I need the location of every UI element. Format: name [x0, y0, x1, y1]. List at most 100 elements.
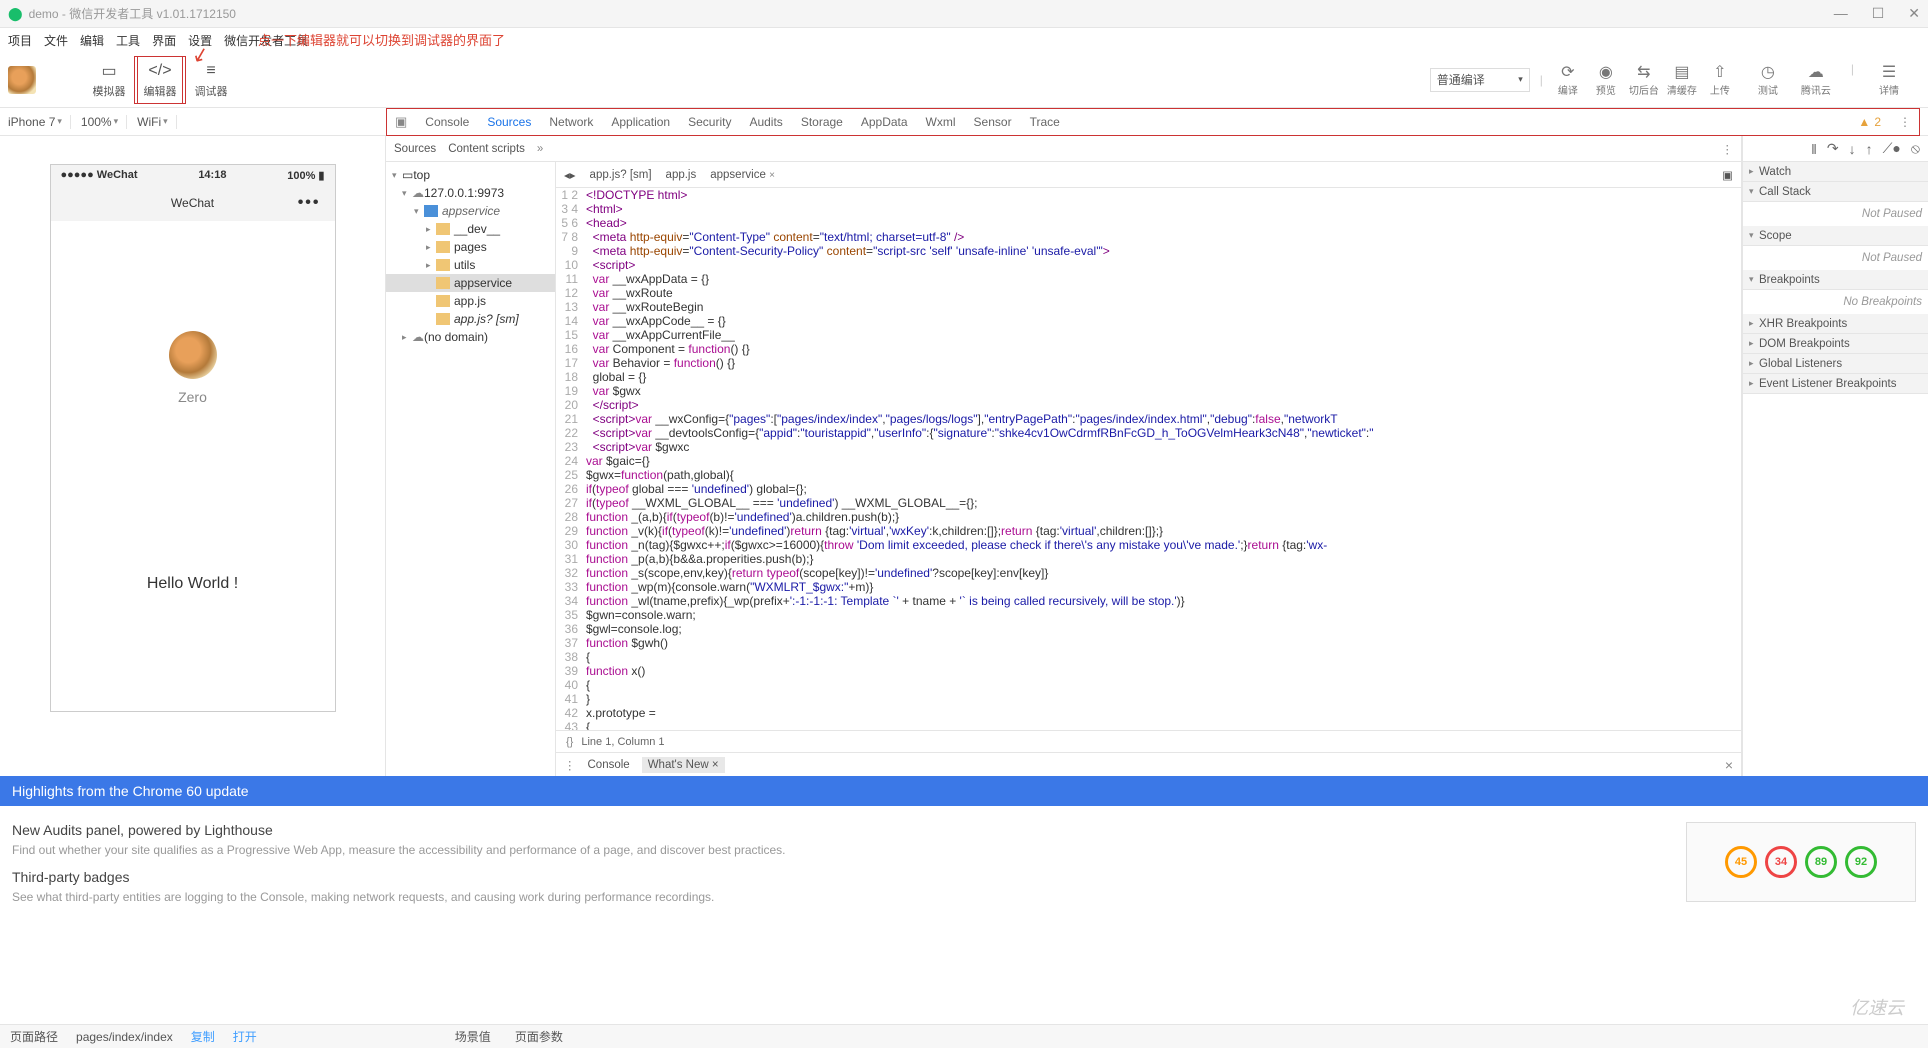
sec-scope[interactable]: ▾Scope	[1743, 226, 1928, 246]
tree-pages[interactable]: ▸pages	[386, 238, 555, 256]
deactivate-bp-icon[interactable]: ⟋●	[1883, 140, 1901, 157]
menu-settings[interactable]: 设置	[188, 32, 212, 49]
tab-sensor[interactable]: Sensor	[974, 115, 1012, 129]
code-editor: ◂▸ app.js? [sm] app.js appservice × ▣ 1 …	[556, 162, 1741, 776]
editor-button[interactable]: </> 编辑器	[137, 56, 183, 104]
drawer-whatsnew[interactable]: What's New ×	[642, 757, 725, 773]
tree-appservice-file[interactable]: appservice	[386, 274, 555, 292]
tab-console[interactable]: Console	[425, 115, 469, 129]
editor-tab-1[interactable]: app.js? [sm]	[590, 169, 652, 181]
step-into-icon[interactable]: ↓	[1849, 141, 1856, 157]
sec-xhr[interactable]: ▸XHR Breakpoints	[1743, 314, 1928, 334]
tree-dev[interactable]: ▸__dev__	[386, 220, 555, 238]
kebab-icon[interactable]: ⋮	[564, 758, 576, 772]
menu-interface[interactable]: 界面	[152, 32, 176, 49]
subtab-sources[interactable]: Sources	[394, 143, 436, 155]
background-button[interactable]: ⇆切后台	[1625, 62, 1663, 97]
pause-icon[interactable]: ‖	[1811, 141, 1817, 157]
editor-tab-2[interactable]: app.js	[666, 169, 697, 181]
tree-appservice-folder[interactable]: ▾appservice	[386, 202, 555, 220]
more-icon[interactable]: •••	[298, 194, 321, 212]
subtab-content-scripts[interactable]: Content scripts	[448, 143, 525, 155]
editor-nav-icon[interactable]: ◂▸	[564, 168, 576, 182]
clear-cache-button[interactable]: ▤清缓存	[1663, 62, 1701, 97]
detail-button[interactable]: ☰详情	[1870, 62, 1908, 97]
tree-nodomain[interactable]: ▸☁ (no domain)	[386, 328, 555, 346]
menu-tools[interactable]: 工具	[116, 32, 140, 49]
open-link[interactable]: 打开	[233, 1028, 257, 1045]
tab-trace[interactable]: Trace	[1030, 115, 1060, 129]
maximize-button[interactable]: ☐	[1872, 5, 1885, 22]
preview-button[interactable]: ◉预览	[1587, 62, 1625, 97]
test-button[interactable]: ◷测试	[1749, 62, 1787, 97]
sec-global[interactable]: ▸Global Listeners	[1743, 354, 1928, 374]
device-select[interactable]: iPhone 7▾	[8, 115, 71, 129]
step-over-icon[interactable]: ↷	[1827, 140, 1839, 157]
cloud-button[interactable]: ☁腾讯云	[1797, 62, 1835, 97]
phone-statusbar: ●●●●● WeChat 14:18 100% ▮	[51, 165, 335, 185]
tree-host[interactable]: ▾☁ 127.0.0.1:9973	[386, 184, 555, 202]
copy-link[interactable]: 复制	[191, 1028, 215, 1045]
menu-edit[interactable]: 编辑	[80, 32, 104, 49]
wn-heading-2: Third-party badges	[12, 869, 1656, 885]
tree-utils[interactable]: ▸utils	[386, 256, 555, 274]
background-icon: ⇆	[1637, 62, 1650, 82]
drawer-close[interactable]: ×	[1725, 757, 1733, 773]
sec-dom[interactable]: ▸DOM Breakpoints	[1743, 334, 1928, 354]
tab-audits[interactable]: Audits	[749, 115, 782, 129]
simulator-button[interactable]: ▭ 模拟器	[86, 56, 132, 104]
phone-body: Zero Hello World !	[51, 221, 335, 711]
whatsnew-body: New Audits panel, powered by Lighthouse …	[0, 806, 1928, 926]
sec-watch[interactable]: ▸Watch	[1743, 162, 1928, 182]
zoom-select[interactable]: 100%▾	[81, 115, 127, 129]
user-avatar[interactable]	[8, 66, 36, 94]
profile-avatar	[169, 331, 217, 379]
path-label: 页面路径	[10, 1028, 58, 1045]
compile-button[interactable]: ⟳编译	[1549, 62, 1587, 97]
kebab-icon[interactable]: ⋮	[1899, 115, 1911, 129]
pause-exc-icon[interactable]: ⦸	[1911, 140, 1920, 157]
wn-para-1: Find out whether your site qualifies as …	[12, 842, 1656, 859]
editor-tab-3[interactable]: appservice ×	[710, 169, 775, 181]
kebab-icon[interactable]: ⋮	[1722, 142, 1734, 156]
network-select[interactable]: WiFi▾	[137, 115, 177, 129]
debugger-button[interactable]: ≡ 调试器	[188, 56, 234, 104]
sec-callstack[interactable]: ▾Call Stack	[1743, 182, 1928, 202]
minimize-button[interactable]: —	[1834, 5, 1848, 22]
step-out-icon[interactable]: ↑	[1866, 141, 1873, 157]
upload-button[interactable]: ⇧上传	[1701, 62, 1739, 97]
sec-event[interactable]: ▸Event Listener Breakpoints	[1743, 374, 1928, 394]
sec-breakpoints[interactable]: ▾Breakpoints	[1743, 270, 1928, 290]
menu-file[interactable]: 文件	[44, 32, 68, 49]
tree-appjs-sm[interactable]: app.js? [sm]	[386, 310, 555, 328]
overflow-icon[interactable]: »	[537, 143, 543, 155]
inspect-icon[interactable]: ▣	[395, 114, 407, 130]
tab-wxml[interactable]: Wxml	[926, 115, 956, 129]
editor-run-icon[interactable]: ▣	[1722, 168, 1733, 182]
score-3: 89	[1805, 846, 1837, 878]
tab-network[interactable]: Network	[549, 115, 593, 129]
close-button[interactable]: ✕	[1908, 5, 1920, 22]
code-area[interactable]: 1 2 3 4 5 6 7 8 9 10 11 12 13 14 15 16 1…	[556, 188, 1741, 730]
callstack-body: Not Paused	[1743, 202, 1928, 226]
tab-storage[interactable]: Storage	[801, 115, 843, 129]
tab-application[interactable]: Application	[611, 115, 670, 129]
params-label: 页面参数	[515, 1028, 563, 1045]
tab-security[interactable]: Security	[688, 115, 731, 129]
sources-pane: Sources Content scripts » ⋮ ▾▭ top ▾☁ 12…	[386, 136, 1742, 776]
tab-sources[interactable]: Sources	[487, 115, 531, 129]
menubar: 项目 文件 编辑 工具 界面 设置 微信开发者工具 点一下编辑器就可以切换到调试…	[0, 28, 1928, 52]
compile-mode-select[interactable]: 普通编译▾	[1430, 68, 1530, 92]
drawer-console[interactable]: Console	[588, 759, 630, 771]
gear-icon[interactable]: {}	[566, 736, 573, 748]
menu-project[interactable]: 项目	[8, 32, 32, 49]
wn-preview: 45 34 89 92	[1686, 822, 1916, 902]
tab-appdata[interactable]: AppData	[861, 115, 908, 129]
clock-label: 14:18	[198, 169, 226, 181]
hello-text: Hello World !	[147, 575, 238, 593]
score-4: 92	[1845, 846, 1877, 878]
tree-appjs[interactable]: app.js	[386, 292, 555, 310]
warning-badge[interactable]: ▲ 2	[1858, 115, 1881, 129]
tree-top[interactable]: ▾▭ top	[386, 166, 555, 184]
wn-heading-1: New Audits panel, powered by Lighthouse	[12, 822, 1656, 838]
